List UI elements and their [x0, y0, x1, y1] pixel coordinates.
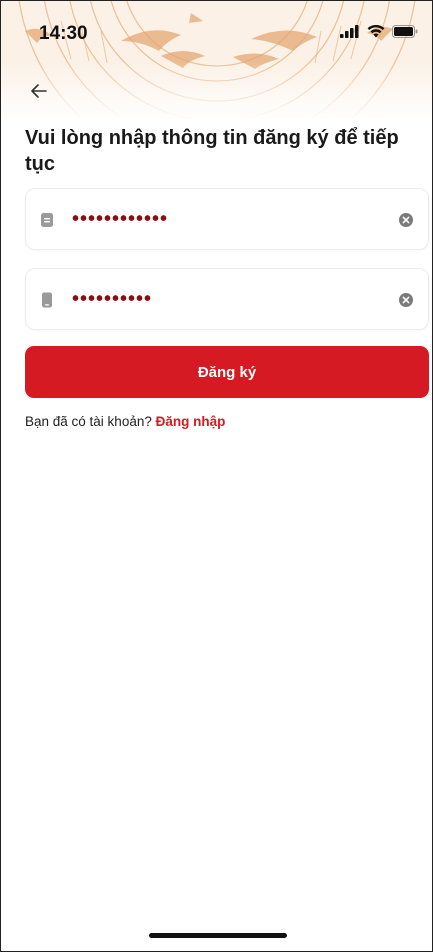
id-number-masked-value: ••••••••••••	[72, 208, 169, 230]
register-button[interactable]: Đăng ký	[25, 346, 429, 398]
page-title: Vui lòng nhập thông tin đăng ký để tiếp …	[25, 127, 399, 175]
back-button[interactable]	[27, 79, 51, 103]
login-prompt: Bạn đã có tài khoản? Đăng nhập	[25, 414, 225, 429]
phone-number-field[interactable]: ••••••••••	[25, 268, 429, 330]
clear-circle-icon[interactable]	[398, 212, 414, 228]
id-number-field[interactable]: ••••••••••••	[25, 188, 429, 250]
clear-circle-icon[interactable]	[398, 292, 414, 308]
battery-icon	[392, 25, 418, 38]
login-link[interactable]: Đăng nhập	[156, 414, 226, 429]
phone-screen: 14:30 Vui lòng nhập thông tin đăng ký để…	[0, 0, 433, 952]
wifi-icon	[367, 25, 385, 38]
login-prompt-text: Bạn đã có tài khoản?	[25, 414, 156, 429]
phone-number-masked-value: ••••••••••	[72, 288, 153, 310]
signal-icon	[340, 25, 359, 38]
home-indicator[interactable]	[149, 933, 287, 938]
arrow-left-icon	[31, 84, 47, 98]
id-card-icon	[41, 213, 53, 227]
phone-icon	[42, 292, 52, 308]
status-time: 14:30	[39, 23, 88, 44]
status-icons	[340, 25, 418, 38]
status-bar: 14:30	[1, 1, 432, 63]
